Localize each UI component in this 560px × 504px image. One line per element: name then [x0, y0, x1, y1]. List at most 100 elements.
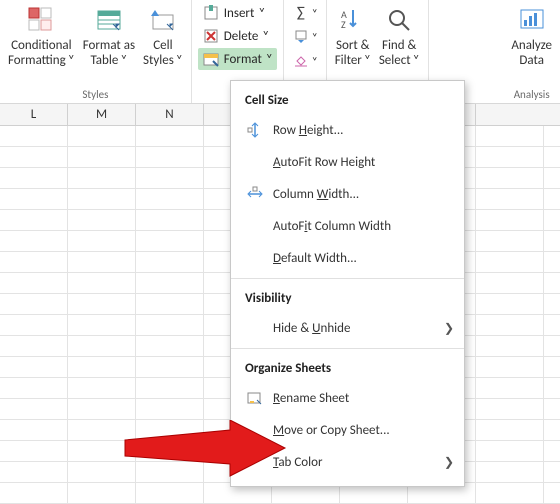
grid-cell[interactable] — [476, 399, 544, 419]
menu-item-autofit-column-width[interactable]: • AutoFit Column Width — [231, 210, 464, 242]
sort-filter-button[interactable]: A Z Sort & Filter˅ — [331, 2, 375, 88]
grid-cell[interactable] — [136, 357, 204, 377]
grid-cell[interactable] — [136, 210, 204, 230]
find-select-button[interactable]: Find & Select˅ — [375, 2, 424, 88]
grid-cell[interactable] — [0, 336, 68, 356]
grid-cell[interactable] — [476, 126, 544, 146]
grid-cell[interactable] — [136, 294, 204, 314]
grid-cell[interactable] — [68, 252, 136, 272]
sigma-icon: ∑ — [292, 4, 310, 22]
grid-cell[interactable] — [136, 315, 204, 335]
grid-cell[interactable] — [0, 441, 68, 461]
grid-cell[interactable] — [0, 357, 68, 377]
grid-cell[interactable] — [0, 399, 68, 419]
grid-cell[interactable] — [68, 273, 136, 293]
grid-cell[interactable] — [476, 420, 544, 440]
menu-item-rename-sheet[interactable]: Rename Sheet — [231, 382, 464, 414]
grid-cell[interactable] — [68, 126, 136, 146]
grid-cell[interactable] — [68, 378, 136, 398]
grid-cell[interactable] — [136, 420, 204, 440]
grid-cell[interactable] — [0, 462, 68, 482]
menu-item-tab-color[interactable]: • Tab Color ❯ — [231, 446, 464, 478]
clear-button[interactable]: ˅ — [290, 50, 320, 72]
grid-cell[interactable] — [68, 336, 136, 356]
grid-cell[interactable] — [136, 441, 204, 461]
grid-cell[interactable] — [476, 462, 544, 482]
cell-styles-button[interactable]: Cell Styles˅ — [139, 2, 187, 88]
grid-cell[interactable] — [476, 273, 544, 293]
menu-item-default-width[interactable]: • Default Width... — [231, 242, 464, 274]
grid-cell[interactable] — [476, 210, 544, 230]
grid-cell[interactable] — [476, 147, 544, 167]
grid-cell[interactable] — [68, 168, 136, 188]
grid-cell[interactable] — [68, 294, 136, 314]
autosum-button[interactable]: ∑ ˅ — [290, 2, 320, 24]
grid-cell[interactable] — [0, 168, 68, 188]
grid-cell[interactable] — [136, 189, 204, 209]
column-header[interactable]: N — [136, 104, 204, 125]
format-label: Format — [224, 52, 262, 67]
fill-button[interactable]: ˅ — [290, 26, 320, 48]
grid-cell[interactable] — [476, 231, 544, 251]
grid-cell[interactable] — [0, 273, 68, 293]
grid-cell[interactable] — [68, 441, 136, 461]
grid-cell[interactable] — [68, 462, 136, 482]
grid-cell[interactable] — [68, 399, 136, 419]
grid-cell[interactable] — [136, 147, 204, 167]
grid-cell[interactable] — [68, 210, 136, 230]
grid-cell[interactable] — [0, 294, 68, 314]
analyze-data-button[interactable]: Analyze Data — [507, 2, 556, 88]
grid-cell[interactable] — [68, 483, 136, 503]
grid-cell[interactable] — [136, 483, 204, 503]
format-button[interactable]: Format ˅ — [198, 48, 277, 70]
menu-item-hide-unhide[interactable]: • Hide & Unhide ❯ — [231, 312, 464, 344]
grid-cell[interactable] — [136, 252, 204, 272]
grid-cell[interactable] — [0, 231, 68, 251]
grid-cell[interactable] — [136, 399, 204, 419]
grid-cell[interactable] — [136, 462, 204, 482]
grid-cell[interactable] — [476, 252, 544, 272]
grid-cell[interactable] — [0, 210, 68, 230]
grid-cell[interactable] — [476, 294, 544, 314]
insert-button[interactable]: Insert ˅ — [198, 2, 277, 24]
grid-cell[interactable] — [68, 231, 136, 251]
grid-cell[interactable] — [136, 336, 204, 356]
grid-cell[interactable] — [68, 357, 136, 377]
grid-cell[interactable] — [0, 147, 68, 167]
conditional-formatting-button[interactable]: Conditional Formatting˅ — [4, 2, 79, 88]
grid-cell[interactable] — [476, 315, 544, 335]
grid-cell[interactable] — [476, 483, 544, 503]
grid-cell[interactable] — [68, 189, 136, 209]
column-header[interactable]: M — [68, 104, 136, 125]
grid-cell[interactable] — [476, 441, 544, 461]
menu-item-autofit-row-height[interactable]: • AutoFit Row Height — [231, 146, 464, 178]
grid-cell[interactable] — [0, 252, 68, 272]
grid-cell[interactable] — [476, 378, 544, 398]
grid-cell[interactable] — [0, 126, 68, 146]
grid-cell[interactable] — [136, 168, 204, 188]
cell-styles-label-1: Cell — [153, 38, 172, 53]
menu-item-column-width[interactable]: Column Width... — [231, 178, 464, 210]
grid-cell[interactable] — [0, 315, 68, 335]
menu-item-move-or-copy-sheet[interactable]: • Move or Copy Sheet... — [231, 414, 464, 446]
grid-cell[interactable] — [0, 189, 68, 209]
grid-cell[interactable] — [136, 378, 204, 398]
grid-cell[interactable] — [476, 168, 544, 188]
grid-cell[interactable] — [0, 420, 68, 440]
grid-cell[interactable] — [136, 126, 204, 146]
grid-cell[interactable] — [0, 483, 68, 503]
column-header[interactable]: L — [0, 104, 68, 125]
grid-cell[interactable] — [68, 420, 136, 440]
format-as-table-button[interactable]: Format as Table˅ — [79, 2, 139, 88]
grid-cell[interactable] — [476, 336, 544, 356]
grid-cell[interactable] — [68, 315, 136, 335]
grid-cell[interactable] — [476, 357, 544, 377]
delete-button[interactable]: Delete ˅ — [198, 25, 277, 47]
grid-cell[interactable] — [136, 231, 204, 251]
grid-cell[interactable] — [476, 189, 544, 209]
menu-item-row-height[interactable]: Row Height... — [231, 114, 464, 146]
grid-cell[interactable] — [68, 147, 136, 167]
grid-cell[interactable] — [0, 378, 68, 398]
grid-cell[interactable] — [136, 273, 204, 293]
fmt-table-label-2: Table — [90, 53, 118, 68]
